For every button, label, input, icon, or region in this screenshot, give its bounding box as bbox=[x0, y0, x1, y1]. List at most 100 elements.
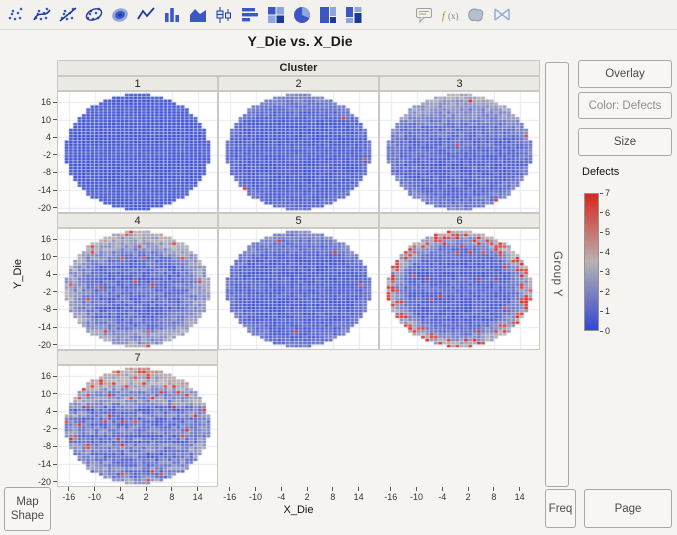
y-tick-mark bbox=[53, 464, 57, 465]
y-tick-mark bbox=[53, 291, 57, 292]
legend-title: Defects bbox=[582, 166, 619, 178]
defects-color-gradient[interactable] bbox=[584, 193, 599, 331]
legend-tick-mark bbox=[600, 311, 603, 312]
x-tick-label: -16 bbox=[58, 492, 80, 502]
x-tick-mark bbox=[468, 487, 469, 491]
overlay-drop-zone[interactable]: Overlay bbox=[578, 60, 672, 88]
treemap-icon bbox=[318, 5, 338, 25]
toolbar-icon-histogram[interactable] bbox=[238, 3, 262, 27]
heatmap-icon bbox=[266, 5, 286, 25]
toolbar-icon-ellipse[interactable] bbox=[82, 3, 106, 27]
map-shapes-icon bbox=[466, 5, 486, 25]
x-tick-label: 8 bbox=[483, 492, 505, 502]
legend-tick-mark bbox=[600, 232, 603, 233]
x-tick-mark bbox=[493, 487, 494, 491]
map-shape-drop-zone[interactable]: Map Shape bbox=[4, 487, 51, 531]
y-tick-mark bbox=[53, 119, 57, 120]
toolbar-icon-box-plot[interactable] bbox=[212, 3, 236, 27]
panel-cluster-1 bbox=[57, 91, 218, 213]
parallel-icon bbox=[492, 5, 512, 25]
y-tick-mark bbox=[53, 239, 57, 240]
x-tick-mark bbox=[171, 487, 172, 491]
y-tick-label: -8 bbox=[25, 304, 51, 314]
toolbar-icon-treemap[interactable] bbox=[316, 3, 340, 27]
toolbar-icon-line[interactable] bbox=[134, 3, 158, 27]
x-tick-label: -10 bbox=[245, 492, 267, 502]
x-tick-mark bbox=[307, 487, 308, 491]
panel-label-5: 5 bbox=[218, 213, 379, 228]
wafer-map-cluster-4[interactable] bbox=[58, 229, 217, 349]
formula-icon: f(x) bbox=[440, 5, 460, 25]
toolbar-icon-pie[interactable] bbox=[290, 3, 314, 27]
pie-icon bbox=[292, 5, 312, 25]
toolbar-icon-points[interactable] bbox=[4, 3, 28, 27]
legend-tick-label: 0 bbox=[605, 326, 619, 336]
y-tick-mark bbox=[53, 274, 57, 275]
toolbar-icon-line-of-fit[interactable] bbox=[56, 3, 80, 27]
wafer-map-cluster-5[interactable] bbox=[219, 229, 378, 349]
panel-label-6: 6 bbox=[379, 213, 540, 228]
toolbar-icon-mosaic[interactable] bbox=[342, 3, 366, 27]
toolbar-icon-caption-box[interactable] bbox=[412, 3, 436, 27]
line-icon bbox=[136, 5, 156, 25]
y-tick-mark bbox=[53, 172, 57, 173]
y-tick-label: -2 bbox=[25, 287, 51, 297]
toolbar-icon-heatmap[interactable] bbox=[264, 3, 288, 27]
x-tick-label: -4 bbox=[431, 492, 453, 502]
toolbar-icon-formula[interactable]: f(x) bbox=[438, 3, 462, 27]
page-drop-zone[interactable]: Page bbox=[584, 489, 672, 528]
wafer-map-cluster-2[interactable] bbox=[219, 92, 378, 212]
overlay-drop-zone-label: Overlay bbox=[605, 68, 645, 80]
y-tick-mark bbox=[53, 327, 57, 328]
size-drop-zone[interactable]: Size bbox=[578, 128, 672, 156]
color-drop-zone[interactable]: Color: Defects bbox=[578, 92, 672, 119]
y-tick-label: -8 bbox=[25, 167, 51, 177]
wafer-map-cluster-3[interactable] bbox=[380, 92, 539, 212]
y-tick-label: 10 bbox=[25, 389, 51, 399]
x-tick-label: -16 bbox=[380, 492, 402, 502]
toolbar-icon-smoother[interactable] bbox=[30, 3, 54, 27]
toolbar-icon-area[interactable] bbox=[186, 3, 210, 27]
legend-tick-mark bbox=[600, 252, 603, 253]
x-tick-mark bbox=[442, 487, 443, 491]
toolbar-icon-contour[interactable] bbox=[108, 3, 132, 27]
y-tick-mark bbox=[53, 446, 57, 447]
y-tick-label: 16 bbox=[25, 371, 51, 381]
legend-tick-mark bbox=[600, 271, 603, 272]
panel-cluster-7 bbox=[57, 365, 218, 487]
x-axis-label: X_Die bbox=[57, 504, 540, 516]
group-y-drop-zone[interactable]: Group Y bbox=[545, 62, 569, 487]
svg-text:(x): (x) bbox=[448, 11, 459, 21]
y-tick-mark bbox=[53, 207, 57, 208]
area-icon bbox=[188, 5, 208, 25]
box-plot-icon bbox=[214, 5, 234, 25]
x-tick-label: 2 bbox=[135, 492, 157, 502]
group-y-drop-zone-label: Group Y bbox=[551, 251, 563, 297]
x-tick-label: -16 bbox=[219, 492, 241, 502]
x-tick-label: -4 bbox=[109, 492, 131, 502]
freq-drop-zone[interactable]: Freq bbox=[545, 489, 576, 528]
legend-tick-mark bbox=[600, 193, 603, 194]
wafer-map-cluster-7[interactable] bbox=[58, 366, 217, 486]
legend-tick-label: 4 bbox=[605, 247, 619, 257]
y-tick-mark bbox=[53, 102, 57, 103]
ellipse-icon bbox=[84, 5, 104, 25]
page-drop-zone-label: Page bbox=[615, 503, 642, 515]
toolbar-icon-bar[interactable] bbox=[160, 3, 184, 27]
points-icon bbox=[6, 5, 26, 25]
wafer-map-cluster-6[interactable] bbox=[380, 229, 539, 349]
x-tick-label: 14 bbox=[187, 492, 209, 502]
toolbar-icon-map-shapes[interactable] bbox=[464, 3, 488, 27]
y-axis-label: Y_Die bbox=[12, 244, 24, 304]
x-tick-mark bbox=[390, 487, 391, 491]
y-tick-mark bbox=[53, 190, 57, 191]
x-tick-label: 2 bbox=[457, 492, 479, 502]
panel-cluster-2 bbox=[218, 91, 379, 213]
y-tick-label: 16 bbox=[25, 97, 51, 107]
toolbar-icon-parallel[interactable] bbox=[490, 3, 514, 27]
smoother-icon bbox=[32, 5, 52, 25]
y-tick-mark bbox=[53, 393, 57, 394]
trellis-plot: Cluster123456716104-2-8-14-2016104-2-8-1… bbox=[0, 52, 677, 535]
wafer-map-cluster-1[interactable] bbox=[58, 92, 217, 212]
color-drop-zone-label: Color: Defects bbox=[589, 100, 662, 112]
